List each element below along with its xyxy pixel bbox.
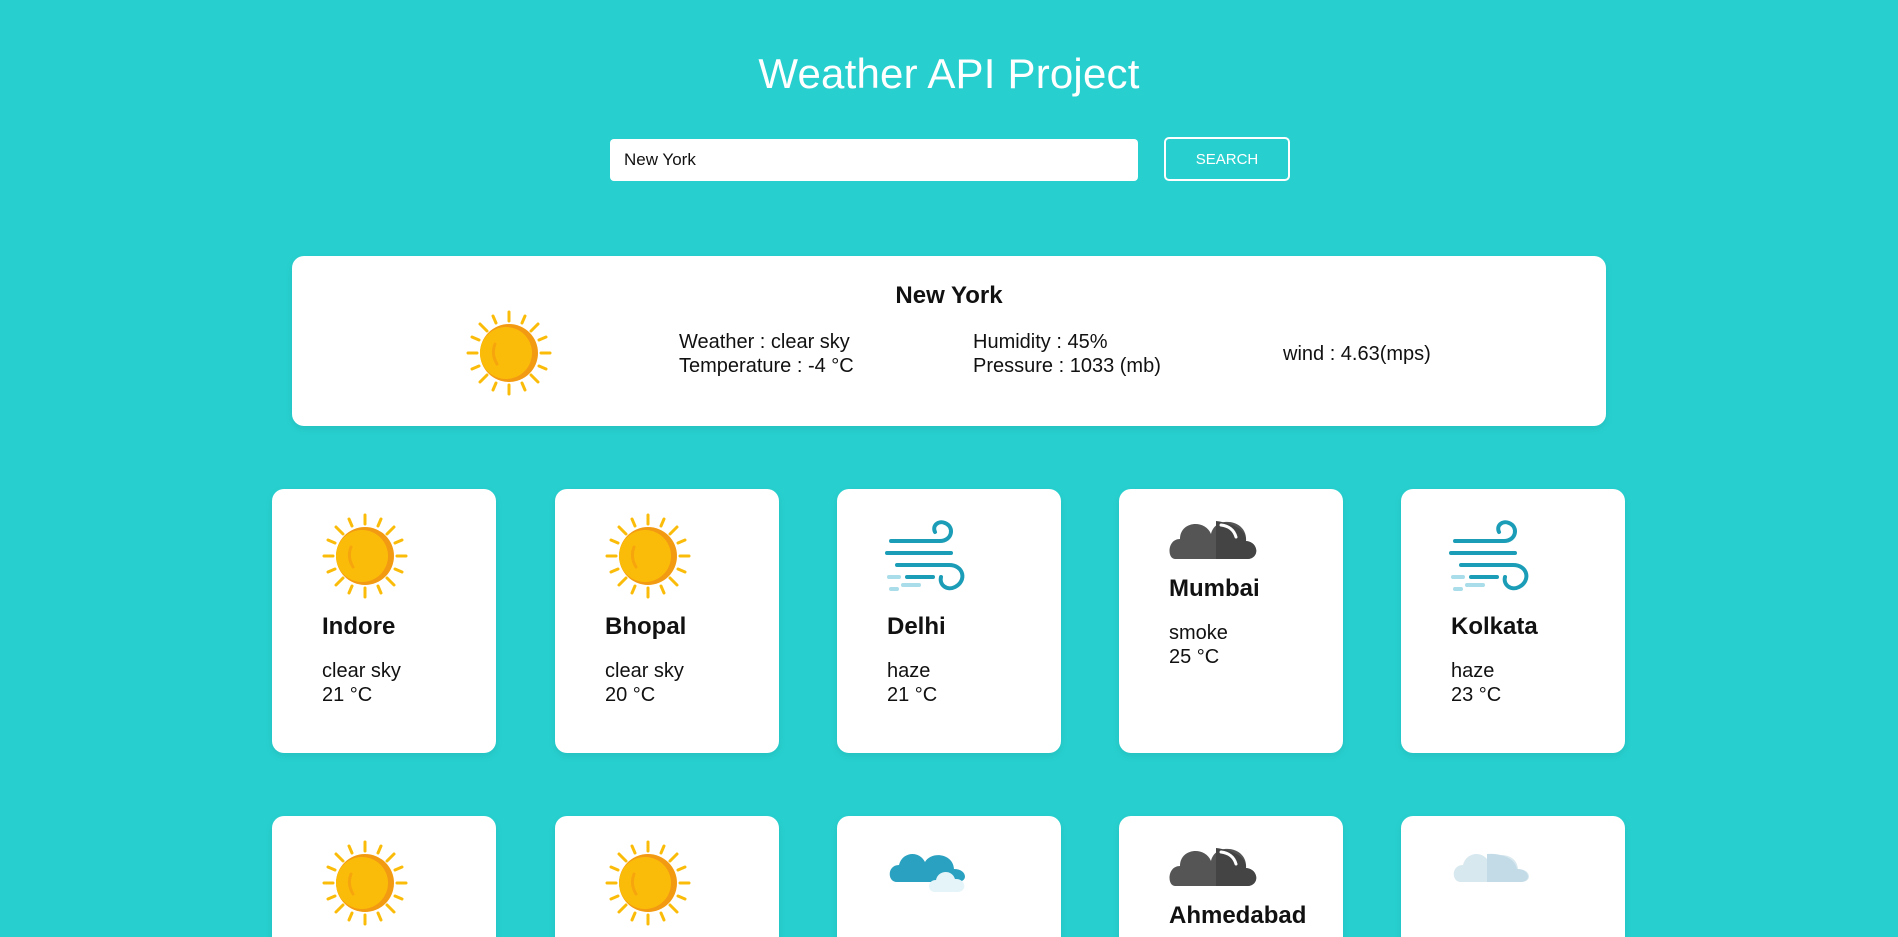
city-card-mumbai[interactable]: Mumbai smoke 25 °C (1119, 489, 1343, 753)
sun-icon (320, 838, 412, 930)
city-weather-summary: smoke 25 °C (1169, 621, 1228, 669)
city-weather-summary: clear sky 20 °C (605, 659, 684, 707)
weather-page: Weather API Project SEARCH New York (0, 0, 1898, 937)
temperature-value: Temperature : -4 °C (679, 355, 854, 377)
current-weather-card: New York Weather: clear sky Temperature… (292, 256, 1606, 426)
city-description: clear sky (605, 660, 684, 682)
city-name: Kolkata (1451, 613, 1538, 640)
sun-icon-graphic (605, 513, 691, 599)
city-card-indore[interactable]: Indore clear sky 21 °C (272, 489, 496, 753)
sun-icon-graphic (466, 310, 552, 396)
city-weather-summary: clear sky 21 °C (322, 659, 401, 707)
city-name: Delhi (887, 613, 946, 640)
city-temperature: 21 °C (887, 684, 938, 706)
humidity-value: Humidity : 45% (973, 331, 1108, 353)
city-weather-summary: haze 21 °C (887, 659, 937, 707)
city-card-kolkata[interactable]: Kolkata haze 23 °C (1401, 489, 1625, 753)
sun-icon (603, 511, 695, 603)
wind-icon (885, 511, 977, 603)
dark-cloud-icon-graphic (1169, 848, 1257, 886)
humidity-pressure-details: Humidity : 45% Pressure : 1033 (mb) (973, 330, 1161, 378)
city-temperature: 20 °C (605, 684, 656, 706)
sun-icon-graphic (322, 513, 408, 599)
city-card-bhopal[interactable]: Bhopal clear sky 20 °C (555, 489, 779, 753)
current-city-name: New York (895, 282, 1003, 309)
light-cloud-icon-graphic (1453, 853, 1529, 882)
city-name: Bhopal (605, 613, 687, 640)
city-name: Ahmedabad (1169, 902, 1307, 929)
city-card-delhi[interactable]: Delhi haze 21 °C (837, 489, 1061, 753)
city-description: clear sky (322, 660, 401, 682)
search-bar: SEARCH (610, 137, 1290, 181)
city-card-row2-2[interactable] (555, 816, 779, 937)
weather-description: Weather : clear sky (679, 331, 850, 353)
sun-icon (464, 308, 554, 398)
wind-value: wind : 4.63(mps) (1283, 343, 1431, 365)
city-temperature: 21 °C (322, 684, 373, 706)
search-button[interactable]: SEARCH (1164, 137, 1290, 181)
blue-cloud-icon (885, 836, 977, 898)
wind-icon (1449, 511, 1541, 603)
weather-temperature-details: Weather : clear sky Temperature : -4 °C (679, 330, 854, 378)
city-card-row2-5[interactable] (1401, 816, 1625, 937)
sun-icon-graphic (322, 840, 408, 926)
city-card-row2-3[interactable] (837, 816, 1061, 937)
dark-cloud-icon (1167, 509, 1259, 571)
city-card-row2-1[interactable] (272, 816, 496, 937)
city-description: haze (1451, 660, 1495, 682)
city-description: smoke (1169, 622, 1228, 644)
city-name: Mumbai (1169, 575, 1260, 602)
sun-icon (320, 511, 412, 603)
city-temperature: 25 °C (1169, 646, 1220, 668)
light-cloud-icon (1449, 836, 1541, 898)
pressure-value: Pressure : 1033 (mb) (973, 355, 1161, 377)
sun-icon (603, 838, 695, 930)
dark-cloud-icon (1167, 836, 1259, 898)
city-weather-summary: haze 23 °C (1451, 659, 1501, 707)
page-title: Weather API Project (758, 50, 1140, 98)
city-temperature: 23 °C (1451, 684, 1502, 706)
city-name: Indore (322, 613, 396, 640)
wind-icon-graphic (885, 520, 965, 591)
wind-icon-graphic (1449, 520, 1529, 591)
blue-cloud-icon-graphic (889, 854, 965, 892)
dark-cloud-icon-graphic (1169, 521, 1257, 559)
city-search-input[interactable] (610, 139, 1138, 181)
sun-icon-graphic (605, 840, 691, 926)
city-description: haze (887, 660, 931, 682)
city-card-row2-4[interactable]: Ahmedabad (1119, 816, 1343, 937)
